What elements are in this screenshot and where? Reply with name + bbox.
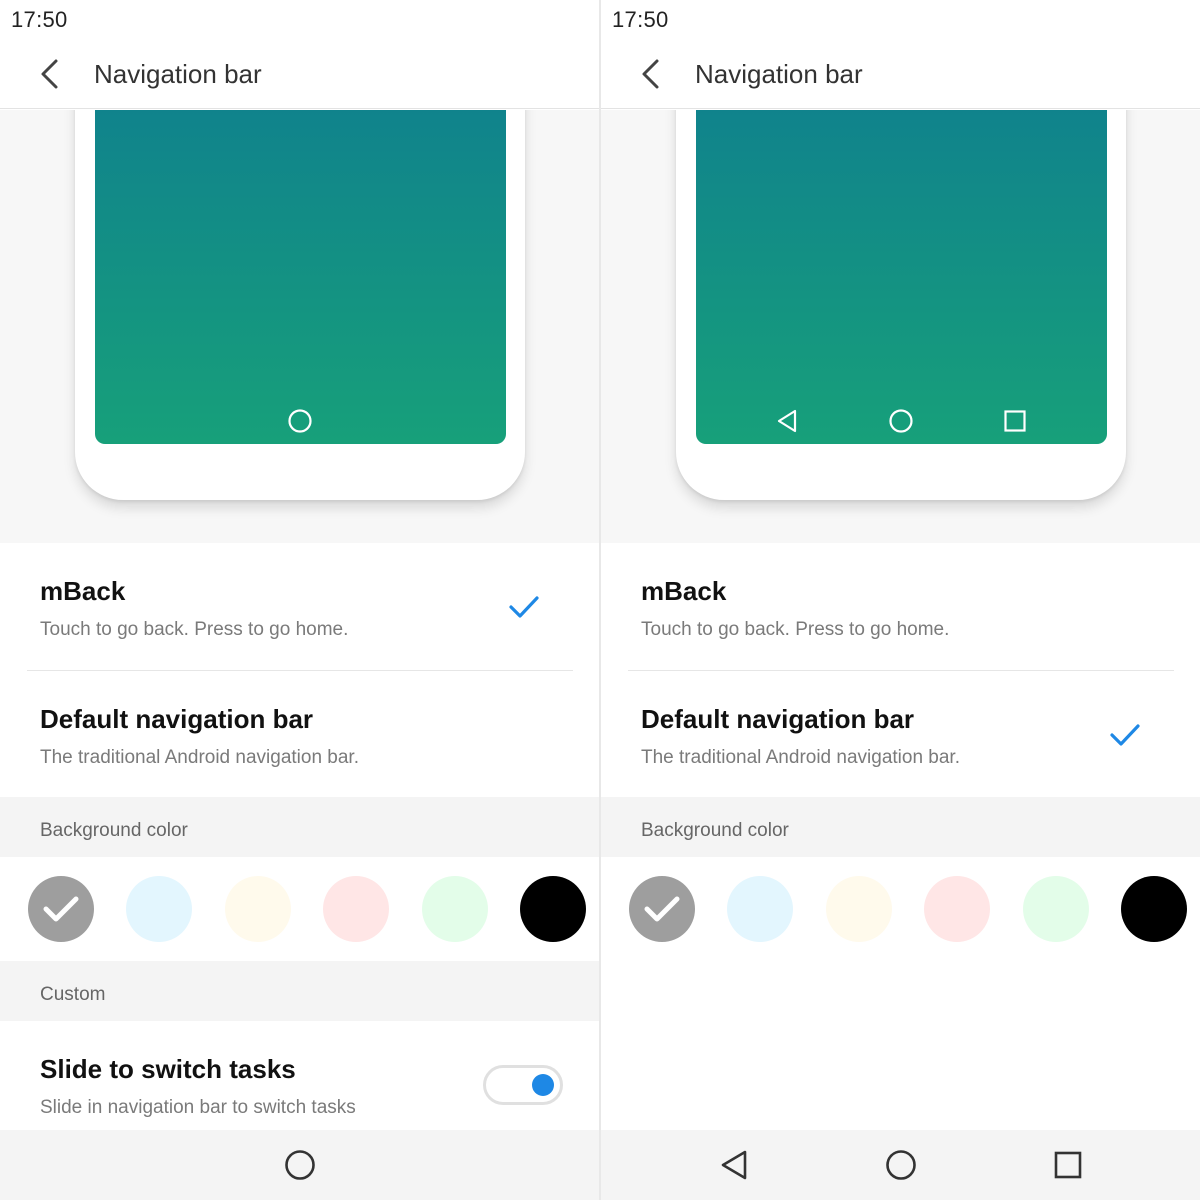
slide-to-switch-tasks-row: Slide to switch tasks Slide in navigatio… (0, 1021, 599, 1130)
circle-home-icon (285, 406, 315, 436)
section-label: Background color (641, 820, 789, 841)
navigation-preview (0, 110, 599, 543)
swatch-pink[interactable] (924, 876, 990, 942)
checkmark-icon (644, 896, 680, 922)
phone-screen (696, 110, 1107, 444)
circle-home-icon (886, 406, 916, 436)
triangle-back-icon (772, 406, 802, 436)
option-mback[interactable]: mBack Touch to go back. Press to go home… (0, 543, 599, 670)
empty-area (601, 961, 1200, 1130)
swatch-gray[interactable] (28, 876, 94, 942)
chevron-left-icon (41, 59, 58, 89)
triangle-back-icon[interactable] (717, 1148, 751, 1182)
swatch-pink[interactable] (323, 876, 389, 942)
status-bar: 17:50 (0, 0, 599, 40)
option-default-navigation-bar[interactable]: Default navigation bar The traditional A… (0, 671, 599, 798)
option-subtitle: The traditional Android navigation bar. (40, 747, 359, 768)
phone-screen (95, 110, 506, 444)
swatch-black[interactable] (1121, 876, 1187, 942)
option-default-navigation-bar[interactable]: Default navigation bar The traditional A… (601, 671, 1200, 798)
color-swatches (601, 857, 1200, 961)
swatch-gray[interactable] (629, 876, 695, 942)
option-subtitle: Touch to go back. Press to go home. (641, 619, 950, 640)
option-subtitle: Touch to go back. Press to go home. (40, 619, 349, 640)
slide-to-switch-tasks-toggle[interactable] (483, 1065, 563, 1105)
system-navigation-bar (601, 1130, 1200, 1200)
back-button[interactable] (30, 54, 70, 94)
option-title: Default navigation bar (641, 704, 915, 734)
back-button[interactable] (631, 54, 671, 94)
page-title: Navigation bar (695, 59, 863, 89)
swatch-light-blue[interactable] (126, 876, 192, 942)
color-swatches (0, 857, 599, 961)
toggle-knob (532, 1074, 554, 1096)
toggle-subtitle: Slide in navigation bar to switch tasks (40, 1097, 356, 1118)
option-subtitle: The traditional Android navigation bar. (641, 747, 960, 768)
swatch-cream[interactable] (225, 876, 291, 942)
section-header-custom: Custom (0, 961, 599, 1021)
section-label: Background color (40, 820, 188, 841)
status-time: 17:50 (612, 7, 669, 32)
section-header-background-color: Background color (601, 797, 1200, 857)
square-recents-icon[interactable] (1051, 1148, 1085, 1182)
option-title: mBack (641, 576, 727, 606)
swatch-cream[interactable] (826, 876, 892, 942)
app-bar: Navigation bar (0, 40, 599, 109)
app-bar: Navigation bar (601, 40, 1200, 109)
left-panel-mback: 17:50 Navigation bar mBack Touch to go b… (0, 0, 599, 1200)
swatch-light-blue[interactable] (727, 876, 793, 942)
circle-home-icon[interactable] (884, 1148, 918, 1182)
page-title: Navigation bar (94, 59, 262, 89)
swatch-light-green[interactable] (1023, 876, 1089, 942)
toggle-title: Slide to switch tasks (40, 1054, 296, 1084)
section-header-background-color: Background color (0, 797, 599, 857)
screenshot-comparison: 17:50 Navigation bar mBack Touch to go b… (0, 0, 1200, 1200)
status-bar: 17:50 (601, 0, 1200, 40)
option-title: mBack (40, 576, 126, 606)
right-panel-default-nav: 17:50 Navigation bar mBack Touch to go b… (601, 0, 1200, 1200)
checkmark-icon (509, 596, 539, 618)
system-navigation-bar (0, 1130, 599, 1200)
checkmark-icon (43, 896, 79, 922)
option-mback[interactable]: mBack Touch to go back. Press to go home… (601, 543, 1200, 670)
swatch-light-green[interactable] (422, 876, 488, 942)
swatch-black[interactable] (520, 876, 586, 942)
navigation-preview (601, 110, 1200, 543)
preview-nav-bar (95, 406, 506, 436)
status-time: 17:50 (11, 7, 68, 32)
circle-home-icon[interactable] (283, 1148, 317, 1182)
chevron-left-icon (642, 59, 659, 89)
preview-nav-bar (696, 406, 1107, 436)
checkmark-icon (1110, 724, 1140, 746)
square-recents-icon (1000, 406, 1030, 436)
option-title: Default navigation bar (40, 704, 314, 734)
section-label: Custom (40, 984, 106, 1005)
